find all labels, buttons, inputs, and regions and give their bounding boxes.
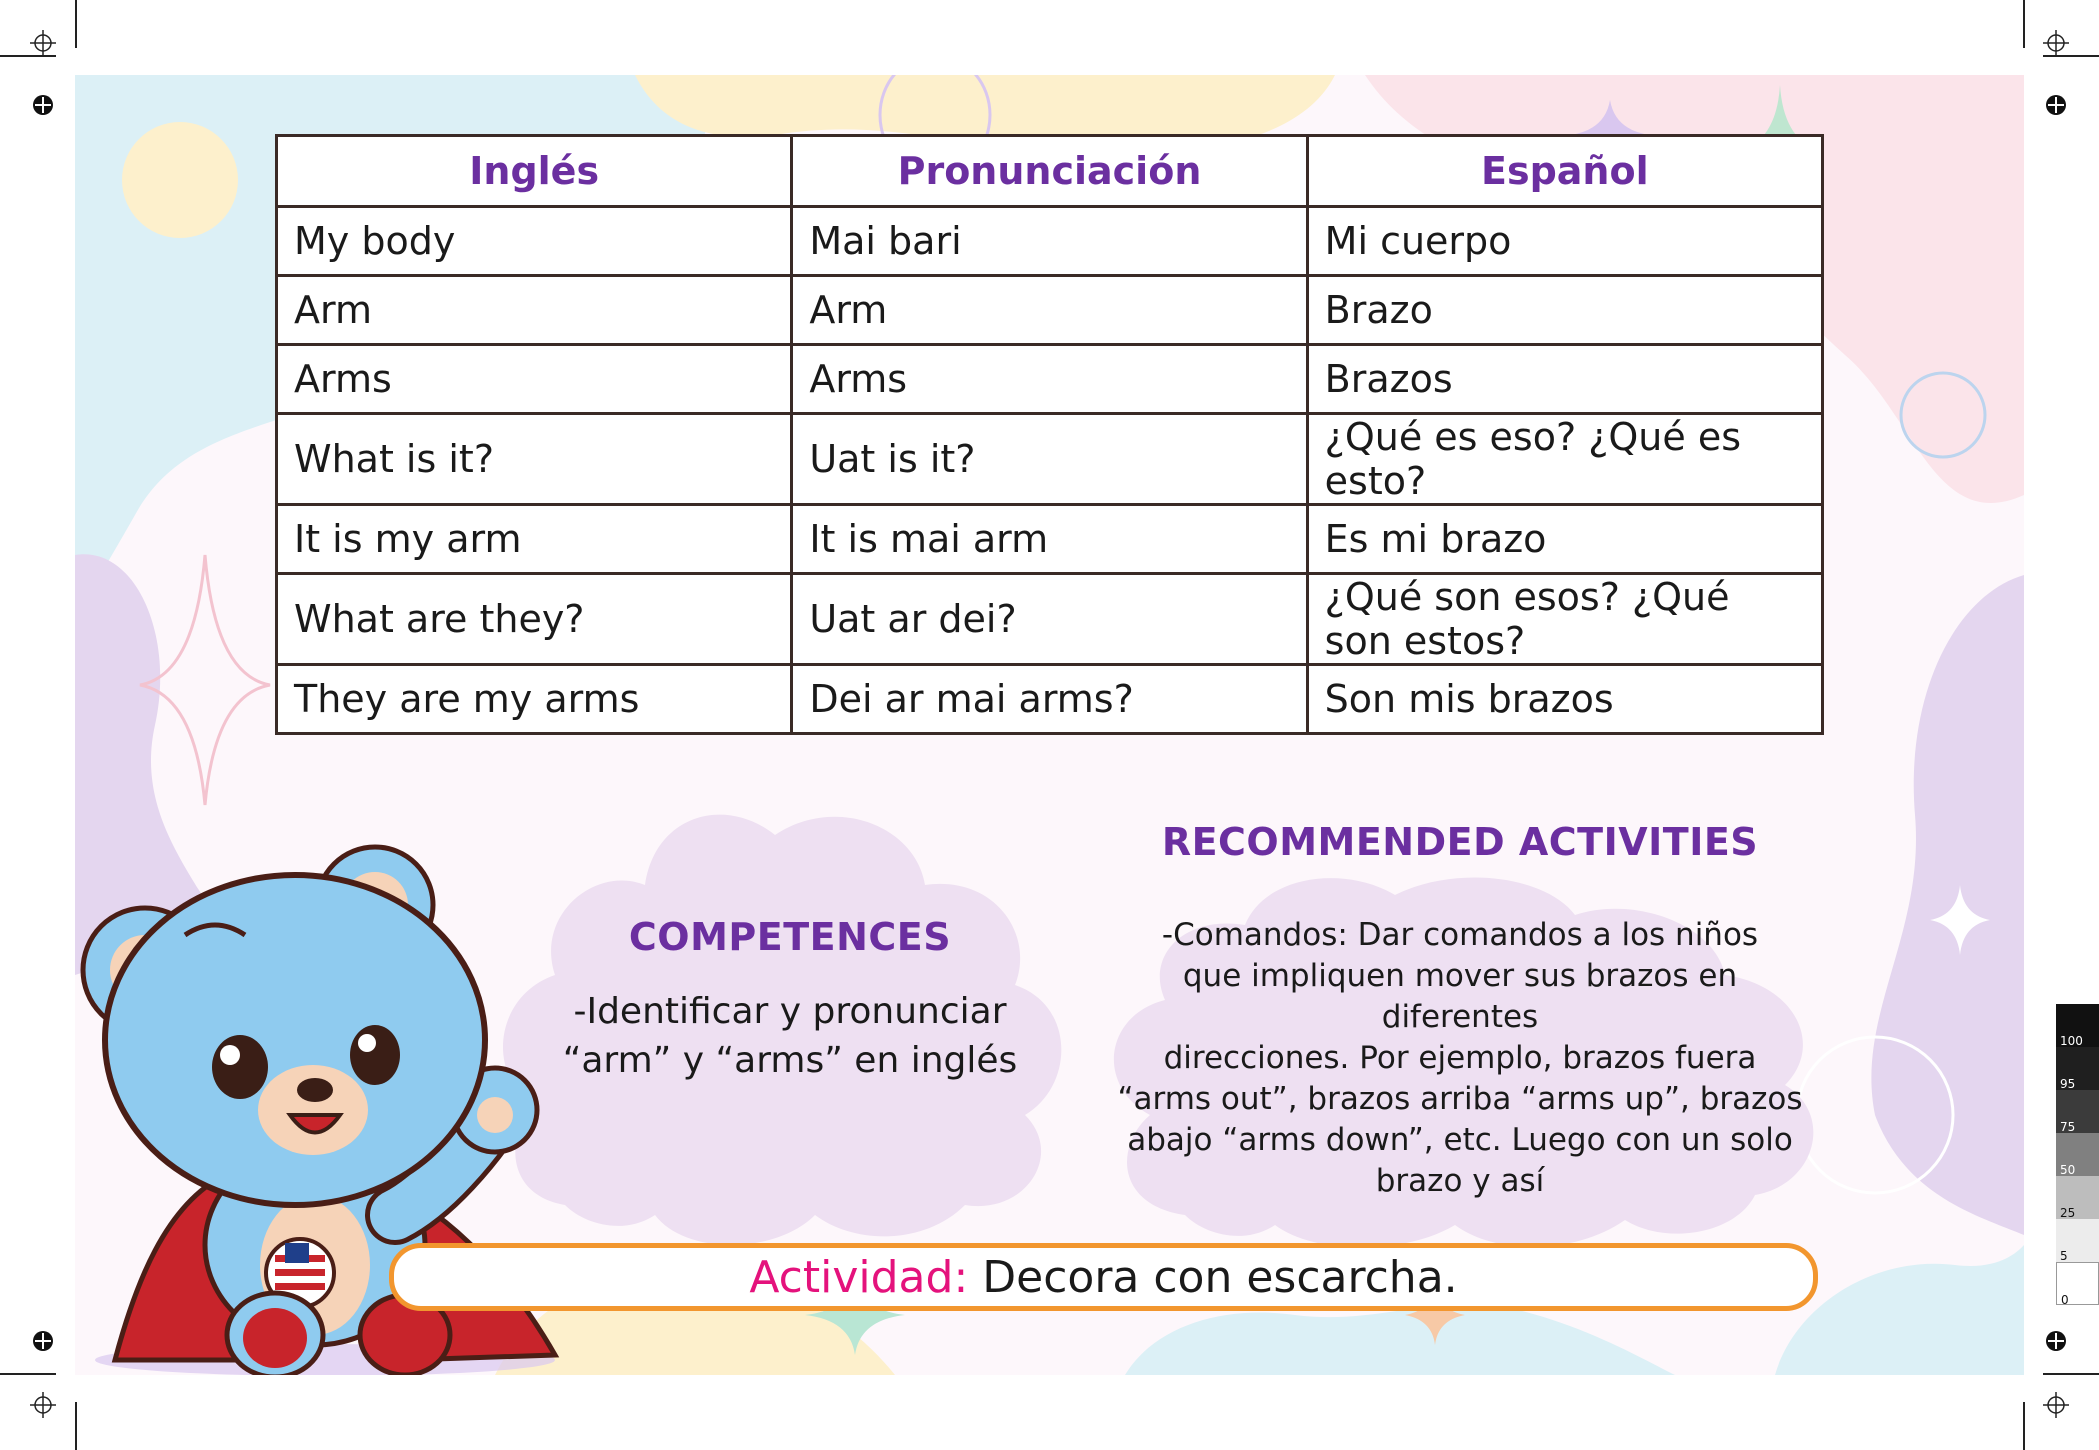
crop-mark (0, 1373, 56, 1375)
crop-mark (75, 0, 77, 48)
table-cell: Son mis brazos (1305, 663, 1825, 735)
registration-dot-icon (33, 95, 53, 115)
table-row: What is it? Uat is it? ¿Qué es eso? ¿Qué… (274, 412, 1825, 506)
table-cell: ¿Qué son esos? ¿Qué son estos? (1305, 572, 1825, 666)
color-swatch: 0 (2056, 1262, 2099, 1307)
color-swatch: 95 (2056, 1047, 2099, 1091)
table-cell: They are my arms (274, 663, 794, 735)
crop-mark (2043, 1373, 2099, 1375)
recommended-activities-title: RECOMMENDED ACTIVITIES (1161, 820, 1759, 864)
table-cell: Arms (274, 343, 794, 415)
activity-label: Actividad: (749, 1251, 969, 1303)
color-control-bar: 100 95 75 50 25 5 0 (2056, 1004, 2099, 1307)
color-swatch: 100 (2056, 1004, 2099, 1048)
table-row: My body Mai bari Mi cuerpo (274, 205, 1825, 277)
table-cell: Mai bari (790, 205, 1309, 277)
crop-mark (75, 1402, 77, 1450)
table-cell: Uat is it? (790, 412, 1309, 506)
registration-dot-icon (2046, 1331, 2066, 1351)
registration-mark-icon (30, 30, 56, 56)
color-swatch: 75 (2056, 1090, 2099, 1134)
competences-text: -Identificar y pronunciar “arm” y “arms”… (562, 991, 1018, 1081)
table-cell: My body (274, 205, 794, 277)
registration-mark-icon (30, 1392, 56, 1418)
table-cell: Mi cuerpo (1305, 205, 1825, 277)
registration-mark-icon (2043, 1392, 2069, 1418)
column-header-espanol: Español (1305, 134, 1825, 208)
crop-mark (2023, 1402, 2025, 1450)
activity-banner: Actividad: Decora con escarcha. (389, 1243, 1818, 1311)
registration-mark-icon (2043, 30, 2069, 56)
table-row: Arms Arms Brazos (274, 343, 1825, 415)
table-cell: What is it? (274, 412, 794, 506)
registration-dot-icon (33, 1331, 53, 1351)
competences-title: COMPETENCES (628, 915, 952, 959)
recommended-activities-text: -Comandos: Dar comandos a los niños que … (1117, 917, 1803, 1199)
registration-dot-icon (2046, 95, 2066, 115)
color-swatch: 50 (2056, 1133, 2099, 1177)
table-row: What are they? Uat ar dei? ¿Qué son esos… (274, 572, 1825, 666)
table-cell: Dei ar mai arms? (790, 663, 1309, 735)
table-cell: It is my arm (274, 503, 794, 575)
table-cell: Brazos (1305, 343, 1825, 415)
table-cell: Arm (274, 274, 794, 346)
table-row: Arm Arm Brazo (274, 274, 1825, 346)
table-cell: ¿Qué es eso? ¿Qué es esto? (1305, 412, 1825, 506)
table-cell: Uat ar dei? (790, 572, 1309, 666)
table-cell: Brazo (1305, 274, 1825, 346)
table-row: They are my arms Dei ar mai arms? Son mi… (274, 663, 1825, 735)
table-cell: It is mai arm (790, 503, 1309, 575)
crop-mark (2023, 0, 2025, 48)
table-cell: Arm (790, 274, 1309, 346)
table-header-row: Inglés Pronunciación Español (274, 134, 1825, 208)
table-row: It is my arm It is mai arm Es mi brazo (274, 503, 1825, 575)
table-cell: Es mi brazo (1305, 503, 1825, 575)
table-cell: What are they? (274, 572, 794, 666)
worksheet-page: Inglés Pronunciación Español My body Mai… (75, 75, 2024, 1375)
color-swatch: 25 (2056, 1176, 2099, 1220)
activity-text: Decora con escarcha. (968, 1251, 1458, 1303)
column-header-pronunciacion: Pronunciación (790, 134, 1309, 208)
vocabulary-table: Inglés Pronunciación Español My body Mai… (274, 134, 1825, 735)
table-cell: Arms (790, 343, 1309, 415)
column-header-ingles: Inglés (274, 134, 794, 208)
color-swatch: 5 (2056, 1219, 2099, 1263)
